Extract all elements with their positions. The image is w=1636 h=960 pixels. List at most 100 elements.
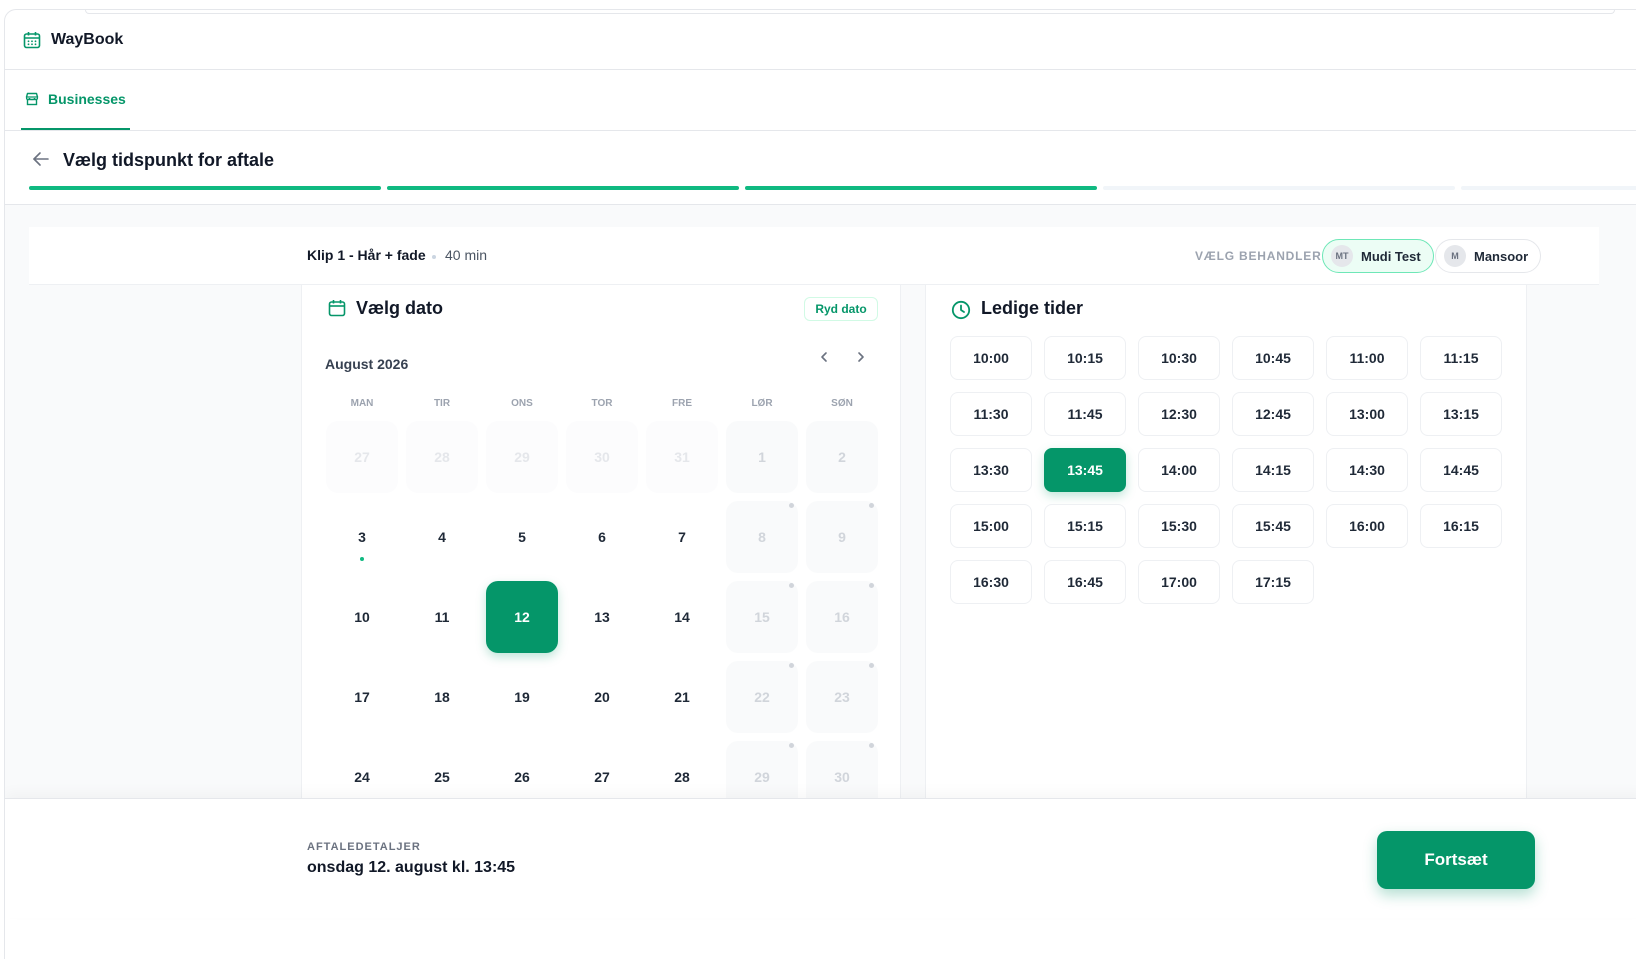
calendar-day-number: 27 [354,449,370,465]
separator-dot [432,255,436,259]
calendar-day-number: 27 [594,769,610,785]
weekday-label: SØN [831,398,853,409]
time-slot[interactable]: 16:45 [1044,560,1126,604]
step-progress [29,186,1636,190]
calendar-day-number: 26 [514,769,530,785]
time-slot[interactable]: 16:00 [1326,504,1408,548]
calendar-day-number: 28 [674,769,690,785]
time-slot[interactable]: 10:15 [1044,336,1126,380]
time-slot[interactable]: 10:45 [1232,336,1314,380]
calendar-day[interactable]: 5 [486,501,558,573]
calendar-day: 29 [486,421,558,493]
tab-businesses-label: Businesses [48,91,126,107]
time-slot[interactable]: 13:15 [1420,392,1502,436]
calendar-day: 30 [566,421,638,493]
weekday-label: LØR [751,398,773,409]
time-slot[interactable]: 12:45 [1232,392,1314,436]
unavailable-dot [869,583,874,588]
calendar-day[interactable]: 12 [486,581,558,653]
time-slot[interactable]: 15:30 [1138,504,1220,548]
time-slot[interactable]: 15:15 [1044,504,1126,548]
calendar-day-number: 22 [754,689,770,705]
time-slot[interactable]: 16:30 [950,560,1032,604]
calendar-day[interactable]: 19 [486,661,558,733]
calendar-day[interactable]: 10 [326,581,398,653]
progress-segment [29,186,381,190]
staff-chip-mudi-test[interactable]: MT Mudi Test [1322,239,1434,273]
time-slot[interactable]: 12:30 [1138,392,1220,436]
prev-month-button[interactable] [812,345,836,369]
service-name: Klip 1 - Hår + fade [307,247,426,263]
page-title: Vælg tidspunkt for aftale [63,150,275,170]
time-slot[interactable]: 16:15 [1420,504,1502,548]
calendar-day-number: 15 [754,609,770,625]
time-slot[interactable]: 11:15 [1420,336,1502,380]
pick-staff-label: VÆLG BEHANDLER: [1195,249,1327,263]
unavailable-dot [869,663,874,668]
time-slot[interactable]: 15:45 [1232,504,1314,548]
time-slot[interactable]: 13:00 [1326,392,1408,436]
time-slot[interactable]: 11:00 [1326,336,1408,380]
avatar: MT [1331,245,1353,267]
calendar-day[interactable]: 7 [646,501,718,573]
calendar-logo-icon [23,31,41,48]
time-slot[interactable]: 14:00 [1138,448,1220,492]
calendar-grid: 27 28 29 30 31 1 2 3 4 5 6 7 8 9 10 11 12 13 14 15 16 17 18 19 2… [322,417,882,817]
time-slot[interactable]: 17:15 [1232,560,1314,604]
calendar-day-number: 12 [514,609,530,625]
calendar-day[interactable]: 11 [406,581,478,653]
calendar-day-number: 21 [674,689,690,705]
time-slot[interactable]: 14:45 [1420,448,1502,492]
time-slot[interactable]: 15:00 [950,504,1032,548]
calendar-day[interactable]: 4 [406,501,478,573]
time-slot[interactable]: 13:30 [950,448,1032,492]
time-slot[interactable]: 14:15 [1232,448,1314,492]
weekday-label: MAN [350,398,374,409]
date-picker-title: Vælg dato [356,298,444,318]
continue-button[interactable]: Fortsæt [1377,831,1535,889]
store-icon [25,92,39,106]
calendar-day-number: 28 [434,449,450,465]
calendar-day: 9 [806,501,878,573]
calendar-day-number: 6 [598,529,606,545]
service-duration: 40 min [445,247,488,263]
weekday-header: MAN TIR ONS TOR FRE LØR SØN [322,398,882,409]
calendar-day-number: 10 [354,609,370,625]
time-slot[interactable]: 11:45 [1044,392,1126,436]
appointment-details-label: AFTALEDETALJER [307,841,421,853]
staff-chip-mansoor[interactable]: M Mansoor [1435,239,1542,273]
progress-segment [1461,186,1636,190]
time-slot[interactable]: 17:00 [1138,560,1220,604]
next-month-button[interactable] [849,345,873,369]
step-header: Vælg tidspunkt for aftale [5,131,1636,205]
calendar-day: 31 [646,421,718,493]
time-slot[interactable]: 10:00 [950,336,1032,380]
time-slot[interactable]: 14:30 [1326,448,1408,492]
calendar-day[interactable]: 20 [566,661,638,733]
calendar-day-number: 9 [838,529,846,545]
service-summary-bar: Klip 1 - Hår + fade 40 min VÆLG BEHANDLE… [29,227,1599,285]
calendar-day[interactable]: 21 [646,661,718,733]
calendar-day: 16 [806,581,878,653]
calendar-day-number: 29 [754,769,770,785]
clear-date-button[interactable]: Ryd dato [804,297,878,321]
weekday-label: TOR [591,398,613,409]
appointment-footer: AFTALEDETALJER onsdag 12. august kl. 13:… [5,798,1636,918]
time-slot[interactable]: 13:45 [1044,448,1126,492]
time-slot[interactable]: 10:30 [1138,336,1220,380]
calendar-day[interactable]: 13 [566,581,638,653]
weekday-label: FRE [672,398,692,409]
calendar-day: 28 [406,421,478,493]
calendar-day[interactable]: 3 [326,501,398,573]
calendar-day[interactable]: 6 [566,501,638,573]
brand-name[interactable]: WayBook [51,31,123,49]
calendar-day[interactable]: 17 [326,661,398,733]
time-slot[interactable]: 11:30 [950,392,1032,436]
calendar-day-number: 30 [834,769,850,785]
calendar-icon [328,300,346,317]
chevron-right-icon [858,352,864,362]
tab-businesses[interactable]: Businesses [21,70,130,130]
calendar-day[interactable]: 14 [646,581,718,653]
arrow-left-icon[interactable] [31,149,51,169]
calendar-day[interactable]: 18 [406,661,478,733]
